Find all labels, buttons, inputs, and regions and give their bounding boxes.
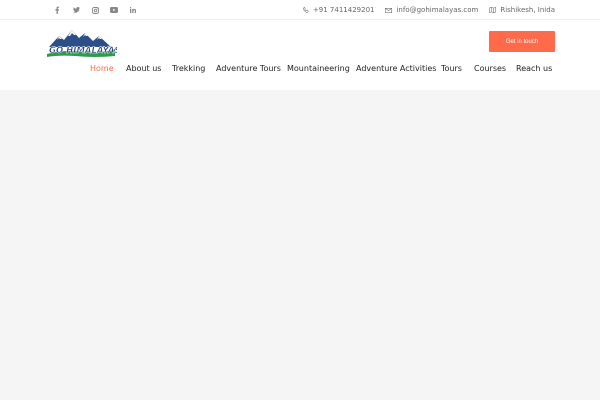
contact-info: +91 7411429201 info@gohimalayas.com Rish… [292, 4, 555, 16]
linkedin-icon[interactable] [124, 4, 142, 16]
nav-item-home[interactable]: Home [90, 62, 114, 76]
phone-contact[interactable]: +91 7411429201 [303, 6, 375, 14]
get-in-touch-button[interactable]: Get in touch [489, 31, 555, 52]
nav-item-courses[interactable]: Courses [474, 62, 506, 76]
main-nav: Home About us Trekking Adventure Tours M… [0, 62, 600, 76]
nav-item-about-us[interactable]: About us [126, 62, 161, 76]
phone-number: +91 7411429201 [312, 6, 375, 14]
nav-item-adventure-tours[interactable]: Adventure Tours [216, 62, 281, 76]
social-links [48, 4, 142, 16]
site-logo[interactable]: GO HIMALAYAS [45, 27, 121, 59]
nav-item-tours[interactable]: Tours [441, 62, 462, 76]
nav-item-trekking[interactable]: Trekking [172, 62, 205, 76]
twitter-icon[interactable] [67, 4, 85, 16]
nav-item-mountaineering[interactable]: Mountaineering [287, 62, 350, 76]
email-contact[interactable]: info@gohimalayas.com [385, 6, 478, 14]
location-text: Rishikesh, Inida [500, 6, 555, 14]
location-contact: Rishikesh, Inida [489, 6, 555, 14]
top-bar: +91 7411429201 info@gohimalayas.com Rish… [0, 0, 600, 20]
site-header: GO HIMALAYAS Get in touch Home About us … [0, 20, 600, 90]
map-icon [489, 7, 497, 13]
instagram-icon[interactable] [86, 4, 104, 16]
svg-text:GO HIMALAYAS: GO HIMALAYAS [49, 46, 117, 56]
phone-icon [303, 7, 309, 13]
facebook-icon[interactable] [48, 4, 66, 16]
email-address: info@gohimalayas.com [396, 6, 479, 14]
mail-icon [385, 7, 393, 13]
nav-item-reach-us[interactable]: Reach us [516, 62, 552, 76]
youtube-icon[interactable] [105, 4, 123, 16]
page-content [0, 90, 600, 400]
nav-item-adventure-activities[interactable]: Adventure Activities [356, 62, 436, 76]
